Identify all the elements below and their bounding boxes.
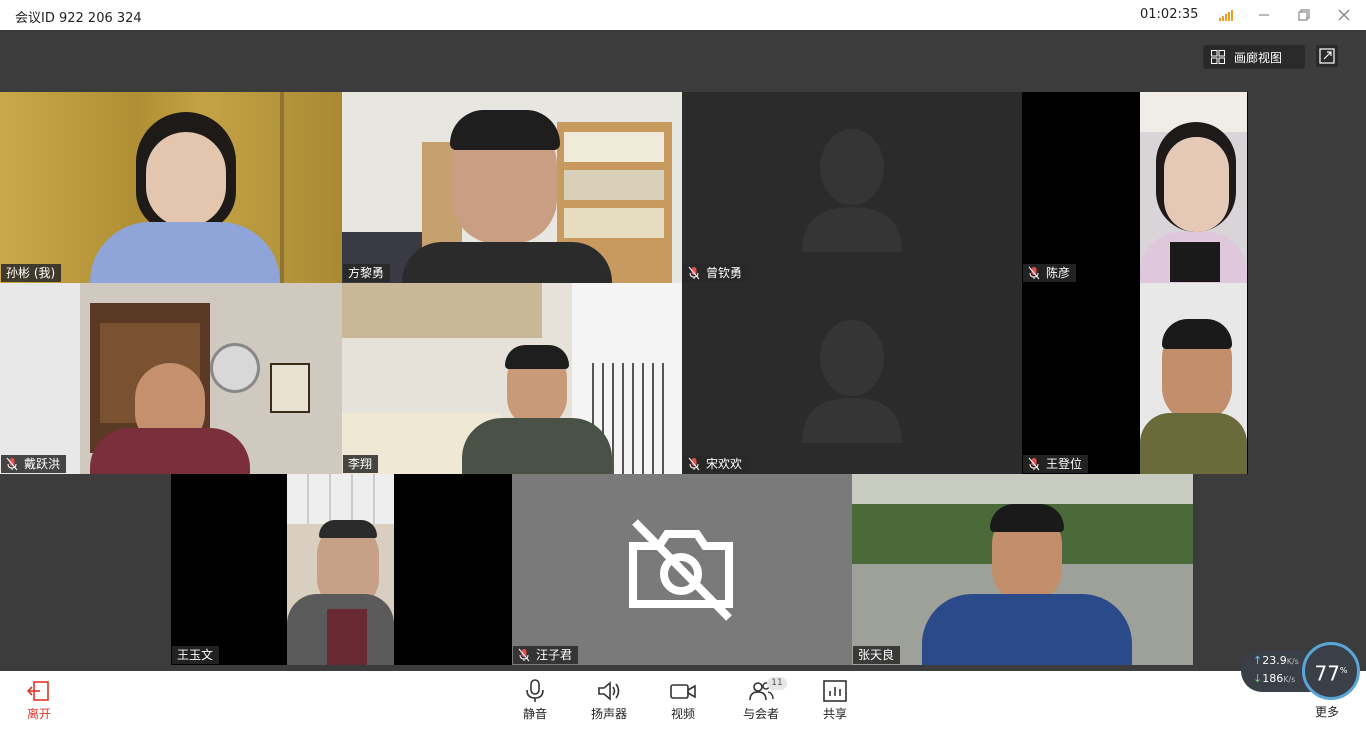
minimize-button[interactable] [1254,5,1274,25]
participant-name: 宋欢欢 [706,457,743,471]
upload-unit: K/s [1286,657,1299,666]
restore-button[interactable] [1294,5,1314,25]
video-camera-icon [670,684,696,699]
participant-name: 张天良 [858,648,895,662]
upload-speed: ↑23.9K/s [1253,654,1299,667]
share-screen-icon [823,680,847,702]
participant-name: 陈彦 [1046,266,1071,280]
download-speed: ↓186K/s [1253,672,1295,685]
participant-name: 方黎勇 [348,266,385,280]
participant-name: 汪子君 [536,648,573,662]
participant-video [287,474,394,665]
participants-count-badge: 11 [767,677,787,690]
view-mode-label: 画廊视图 [1234,51,1283,65]
mic-muted-icon [6,457,18,471]
mic-muted-icon [688,266,700,280]
speaker-icon [598,681,620,701]
video-tile[interactable]: 陈彦 [1022,92,1248,283]
upload-value: 23.9 [1262,654,1287,667]
signal-strength-icon [1219,9,1235,21]
participant-name-tag: 方黎勇 [343,264,391,282]
video-tile[interactable]: 曾钦勇 [682,92,1022,283]
participant-name-tag: 宋欢欢 [683,455,749,473]
participant-name-tag: 王玉文 [172,646,220,664]
avatar-placeholder-icon [802,320,902,443]
download-value: 186 [1262,672,1284,685]
video-tile[interactable]: 张天良 [852,474,1193,665]
participant-name: 曾钦勇 [706,266,743,280]
participants-button[interactable]: 11 与会者 [731,677,791,725]
participant-name-tag: 孙彬 (我) [1,264,62,282]
participant-video [342,283,682,474]
share-button[interactable]: 共享 [805,677,865,725]
participants-label: 与会者 [742,707,779,721]
participant-name: 王玉文 [177,648,214,662]
bottom-toolbar: 离开 静音 扬声器 视频 11 与会者 共享 更多 [0,671,1366,729]
camera-off-icon [629,519,733,621]
restore-icon [1298,9,1310,21]
participant-name-tag: 戴跃洪 [1,455,67,473]
participant-video [342,92,682,283]
leave-label: 离开 [26,707,51,721]
participant-name-tag: 李翔 [343,455,379,473]
participant-name-tag: 陈彦 [1023,264,1077,282]
avatar-placeholder-icon [802,129,902,252]
fullscreen-button[interactable] [1316,45,1338,67]
minimize-icon [1259,14,1269,16]
speaker-label: 扬声器 [590,707,627,721]
download-unit: K/s [1283,675,1296,684]
speaker-button[interactable]: 扬声器 [579,677,639,725]
mic-muted-icon [1028,457,1040,471]
video-tile[interactable]: 戴跃洪 [0,283,342,474]
close-button[interactable] [1334,5,1354,25]
download-arrow-icon: ↓ [1253,672,1263,685]
participant-video [1140,283,1247,474]
video-tile[interactable]: 宋欢欢 [682,283,1022,474]
mic-muted-icon [688,457,700,471]
video-tile[interactable]: 王玉文 [171,474,512,665]
cpu-value: 77 [1314,661,1340,686]
participant-name-tag: 张天良 [853,646,901,664]
participant-video [0,283,342,474]
participant-video [0,92,342,283]
video-tile[interactable]: 李翔 [342,283,682,474]
participant-video [852,474,1193,665]
share-label: 共享 [822,707,847,721]
participant-name-tag: 曾钦勇 [683,264,749,282]
video-label: 视频 [670,707,695,721]
grid-icon [1211,50,1225,64]
video-tile[interactable]: 汪子君 [512,474,852,665]
cpu-unit: % [1339,666,1348,675]
participant-name: 李翔 [348,457,373,471]
upload-arrow-icon: ↑ [1253,654,1263,667]
video-tile[interactable]: 方黎勇 [342,92,682,283]
leave-button[interactable]: 离开 [9,677,69,725]
video-tile[interactable]: 王登位 [1022,283,1248,474]
participant-name: 王登位 [1046,457,1083,471]
participant-name: 戴跃洪 [24,457,61,471]
participant-video [1140,92,1247,283]
mute-label: 静音 [522,707,547,721]
video-tile[interactable]: 孙彬 (我) [0,92,342,283]
meeting-id: 会议ID 922 206 324 [15,11,142,26]
cpu-usage-gauge[interactable]: 77% [1302,642,1360,700]
title-bar: 会议ID 922 206 324 01:02:35 [0,0,1366,30]
participant-name: 孙彬 (我) [6,266,56,280]
close-icon [1338,9,1350,21]
participant-name-tag: 王登位 [1023,455,1089,473]
mic-muted-icon [518,648,530,662]
more-label: 更多 [1314,705,1339,719]
video-button[interactable]: 视频 [653,677,713,725]
microphone-icon [526,679,544,702]
leave-icon [26,681,49,701]
meeting-timer: 01:02:35 [1140,7,1199,22]
more-button[interactable]: 更多 [1297,701,1357,723]
gallery-view-button[interactable]: 画廊视图 [1203,45,1305,69]
fullscreen-icon [1319,48,1335,64]
mic-muted-icon [1028,266,1040,280]
participant-name-tag: 汪子君 [513,646,579,664]
mute-button[interactable]: 静音 [505,677,565,725]
